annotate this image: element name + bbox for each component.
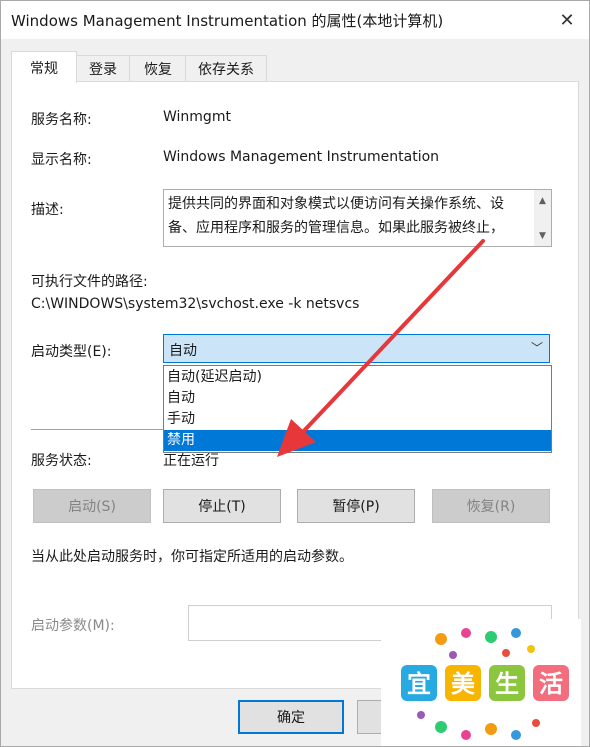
chevron-down-icon: ﹀ [530, 341, 543, 355]
scroll-up-icon[interactable]: ▲ [534, 192, 551, 209]
description-scrollbar[interactable]: ▲ ▼ [534, 190, 551, 246]
tab-general[interactable]: 常规 [11, 51, 77, 83]
display-name-value: Windows Management Instrumentation [163, 149, 440, 165]
description-label: 描述: [31, 202, 64, 218]
option-auto[interactable]: 自动 [164, 388, 551, 409]
description-text: 提供共同的界面和对象模式以便访问有关操作系统、设备、应用程序和服务的管理信息。如… [168, 196, 504, 236]
window-title: Windows Management Instrumentation 的属性(本… [11, 12, 444, 30]
service-status-label: 服务状态: [31, 453, 92, 469]
display-name-label: 显示名称: [31, 152, 92, 168]
startup-type-dropdown: 自动(延迟启动) 自动 手动 禁用 [163, 365, 552, 453]
option-manual[interactable]: 手动 [164, 409, 551, 430]
service-name-label: 服务名称: [31, 112, 92, 128]
startup-type-value: 自动 [169, 343, 197, 359]
option-auto-delayed[interactable]: 自动(延迟启动) [164, 367, 551, 388]
description-box[interactable]: 提供共同的界面和对象模式以便访问有关操作系统、设备、应用程序和服务的管理信息。如… [163, 189, 552, 247]
start-params-label: 启动参数(M): [31, 618, 115, 634]
tab-dependencies[interactable]: 依存关系 [185, 55, 267, 82]
watermark-char-4: 活 [539, 670, 563, 698]
watermark-char-3: 生 [495, 670, 519, 698]
exe-path-value: C:\WINDOWS\system32\svchost.exe -k netsv… [31, 296, 360, 312]
start-button[interactable]: 启动(S) [33, 489, 151, 523]
watermark-logo: 宜 美生活 [381, 619, 581, 746]
pause-button[interactable]: 暂停(P) [297, 489, 415, 523]
start-params-hint: 当从此处启动服务时，你可指定所适用的启动参数。 [31, 549, 353, 565]
close-button[interactable]: ✕ [545, 1, 589, 39]
flower-decoration-icon: 宜 美生活 [401, 628, 569, 740]
watermark-char-2: 美 [451, 670, 475, 698]
service-name-value: Winmgmt [163, 109, 231, 125]
close-icon: ✕ [559, 9, 575, 31]
exe-path-label: 可执行文件的路径: [31, 274, 148, 290]
properties-dialog: Windows Management Instrumentation 的属性(本… [0, 0, 590, 747]
title-bar: Windows Management Instrumentation 的属性(本… [1, 1, 589, 39]
tab-logon[interactable]: 登录 [75, 55, 131, 82]
stop-button[interactable]: 停止(T) [163, 489, 281, 523]
option-disabled[interactable]: 禁用 [164, 430, 551, 451]
service-status-value: 正在运行 [163, 453, 219, 469]
watermark-char-1: 宜 [407, 670, 431, 698]
resume-button[interactable]: 恢复(R) [432, 489, 550, 523]
scroll-down-icon[interactable]: ▼ [534, 227, 551, 244]
ok-button[interactable]: 确定 [238, 700, 344, 734]
startup-type-label: 启动类型(E): [31, 344, 112, 360]
startup-type-select[interactable]: 自动 ﹀ [163, 334, 550, 363]
tab-recovery[interactable]: 恢复 [129, 55, 187, 82]
